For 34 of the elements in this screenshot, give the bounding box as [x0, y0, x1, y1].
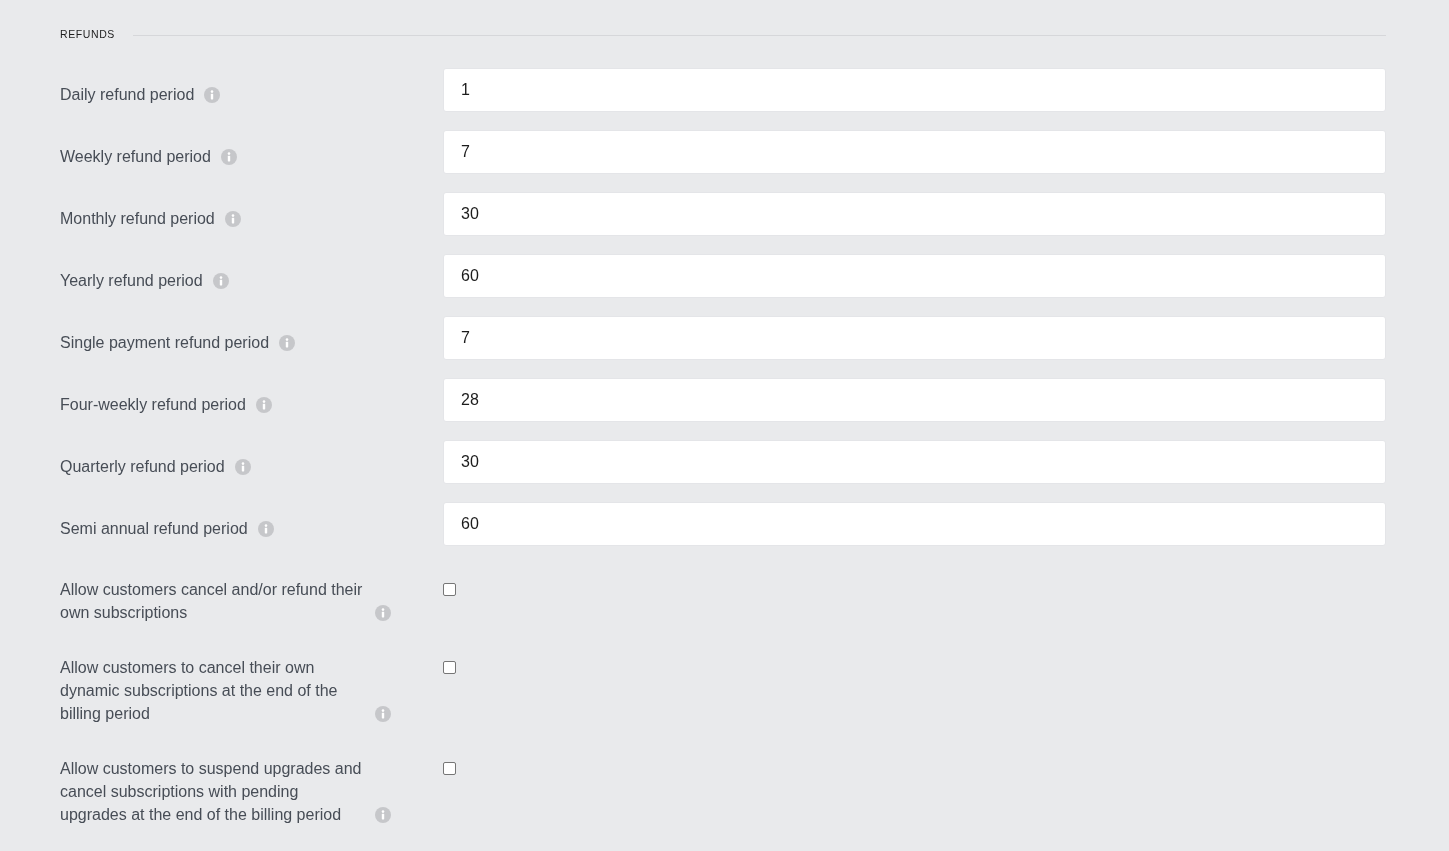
checkbox[interactable]: [443, 661, 456, 674]
field-label: Quarterly refund period: [60, 456, 225, 477]
input-field[interactable]: 30: [443, 440, 1386, 484]
field-label: Allow customers to cancel their own dynamic subscriptions at the end of the billing period: [60, 658, 339, 724]
info-icon[interactable]: [255, 396, 272, 413]
field-label: Yearly refund period: [60, 270, 203, 291]
info-icon[interactable]: [224, 210, 241, 227]
section-title: REFUNDS: [60, 27, 115, 43]
field-label: Daily refund period: [60, 84, 195, 105]
checkbox[interactable]: [443, 583, 456, 596]
input-field[interactable]: 1: [443, 68, 1386, 112]
field-label: Single payment refund period: [60, 332, 270, 353]
input-field[interactable]: 7: [443, 316, 1386, 360]
field-label: Weekly refund period: [60, 146, 211, 167]
info-icon[interactable]: [375, 605, 391, 621]
info-icon[interactable]: [279, 334, 296, 351]
input-field[interactable]: 30: [443, 192, 1386, 236]
field-label: Four-weekly refund period: [60, 394, 246, 415]
input-field[interactable]: 7: [443, 130, 1386, 174]
field-label: Allow customers to suspend upgrades and cancel subscriptions with pending upgrades at the end of the billing period: [60, 759, 363, 825]
field-label: Allow customers cancel and/or refund their own subscriptions: [60, 580, 364, 623]
field-label: Semi annual refund period: [60, 518, 248, 539]
info-icon[interactable]: [375, 706, 391, 722]
input-field[interactable]: 28: [443, 378, 1386, 422]
checkbox[interactable]: [443, 762, 456, 775]
info-icon[interactable]: [220, 148, 237, 165]
input-field[interactable]: 60: [443, 502, 1386, 546]
info-icon[interactable]: [234, 458, 251, 475]
info-icon[interactable]: [257, 520, 274, 537]
info-icon[interactable]: [204, 86, 221, 103]
info-icon[interactable]: [375, 807, 391, 823]
input-field[interactable]: 60: [443, 254, 1386, 298]
field-label: Monthly refund period: [60, 208, 215, 229]
info-icon[interactable]: [212, 272, 229, 289]
